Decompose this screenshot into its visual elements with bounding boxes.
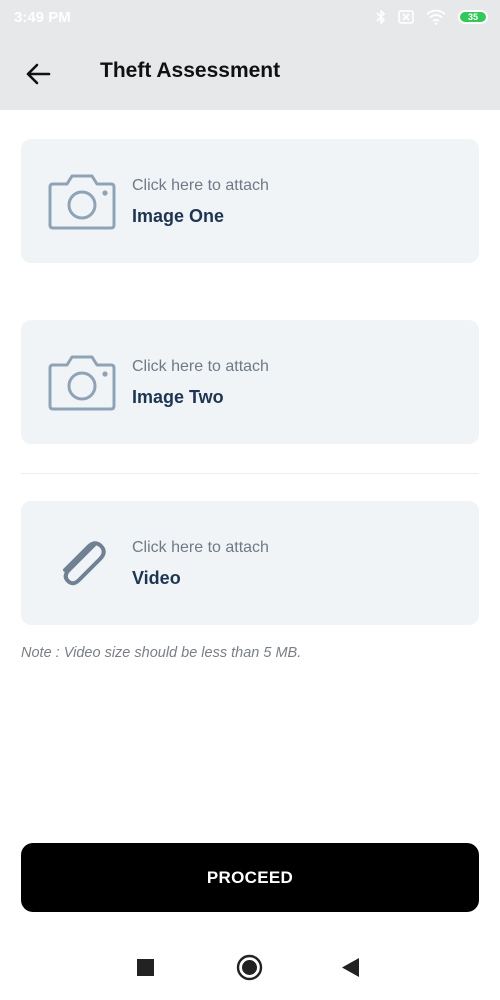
status-bar: 3:49 PM 35 [0, 0, 500, 34]
arrow-left-icon [26, 63, 51, 85]
attach-hint: Click here to attach [132, 358, 269, 375]
status-icons: 35 [376, 8, 488, 26]
camera-icon [47, 169, 117, 233]
proceed-button[interactable]: PROCEED [21, 843, 479, 912]
app-bar: Theft Assessment [0, 34, 500, 110]
status-time: 3:49 PM [14, 9, 71, 26]
video-size-note: Note : Video size should be less than 5 … [21, 645, 302, 661]
divider [21, 473, 479, 474]
battery-level: 35 [467, 12, 478, 22]
attach-image-two-card[interactable]: Click here to attach Image Two [21, 320, 479, 444]
camera-icon [47, 350, 117, 414]
wifi-icon [426, 9, 446, 25]
recents-button[interactable] [137, 959, 154, 981]
sim-off-icon [398, 10, 414, 24]
nav-back-button[interactable] [342, 958, 359, 982]
attach-hint: Click here to attach [132, 177, 269, 194]
square-icon [137, 959, 154, 976]
attach-label: Video [132, 568, 181, 588]
attach-label: Image One [132, 206, 225, 226]
attach-video-card[interactable]: Click here to attach Video [21, 501, 479, 625]
paperclip-icon [47, 531, 117, 595]
page-title: Theft Assessment [100, 59, 281, 82]
system-nav-bar [0, 935, 500, 1000]
home-button[interactable] [236, 954, 263, 986]
attach-label: Image Two [132, 387, 224, 407]
top-bar: 3:49 PM 35 Theft Assessment [0, 0, 500, 110]
attach-image-one-card[interactable]: Click here to attach Image One [21, 139, 479, 263]
triangle-icon [342, 958, 359, 977]
attach-hint: Click here to attach [132, 539, 269, 556]
battery-icon: 35 [458, 10, 488, 24]
bluetooth-icon [376, 10, 385, 24]
back-button[interactable] [18, 54, 58, 94]
circle-icon [236, 954, 263, 981]
